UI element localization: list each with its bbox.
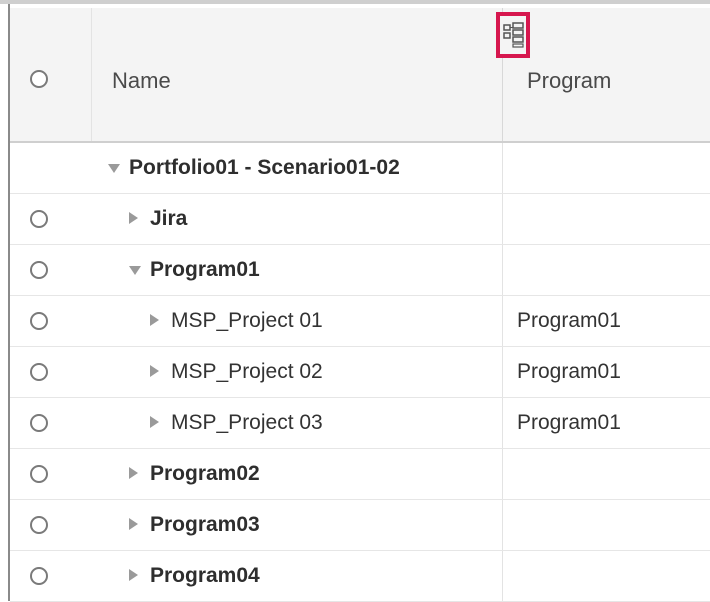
- row-program-cell: [503, 194, 710, 244]
- caret-down-icon[interactable]: [129, 266, 141, 275]
- row-program-label: Program01: [517, 360, 621, 383]
- row-name-label: MSP_Project 02: [171, 360, 323, 383]
- row-name-cell: MSP_Project 03: [92, 398, 503, 448]
- row-name-cell: MSP_Project 01: [92, 296, 503, 346]
- row-select-cell: [10, 551, 92, 601]
- caret-right-icon[interactable]: [129, 212, 138, 224]
- row-program-cell: [503, 245, 710, 295]
- row-name-cell: Program04: [92, 551, 503, 601]
- row-select-radio[interactable]: [30, 312, 48, 330]
- header-program-column[interactable]: Program: [503, 8, 710, 141]
- row-name-cell: Portfolio01 - Scenario01-02: [92, 143, 503, 193]
- row-select-cell: [10, 500, 92, 550]
- row-name-cell: MSP_Project 02: [92, 347, 503, 397]
- row-select-cell: [10, 143, 92, 193]
- table-row[interactable]: MSP_Project 01 Program01: [10, 296, 710, 347]
- grid-header: Name Program: [10, 8, 710, 143]
- row-name-cell: Program03: [92, 500, 503, 550]
- row-select-cell: [10, 245, 92, 295]
- table-row[interactable]: Jira: [10, 194, 710, 245]
- table-row[interactable]: Program03: [10, 500, 710, 551]
- row-program-label: Program01: [517, 309, 621, 332]
- header-name-label: Name: [112, 68, 171, 93]
- row-name-cell: Jira: [92, 194, 503, 244]
- row-select-radio[interactable]: [30, 567, 48, 585]
- row-select-cell: [10, 296, 92, 346]
- row-select-cell: [10, 449, 92, 499]
- row-name-label: MSP_Project 03: [171, 411, 323, 434]
- row-program-cell: [503, 143, 710, 193]
- row-name-label: Program02: [150, 462, 260, 485]
- caret-right-icon[interactable]: [150, 416, 159, 428]
- header-name-column[interactable]: Name: [92, 8, 503, 141]
- caret-right-icon[interactable]: [129, 569, 138, 581]
- header-program-label: Program: [527, 68, 612, 93]
- row-program-cell: [503, 551, 710, 601]
- row-name-label: Portfolio01 - Scenario01-02: [129, 156, 400, 179]
- caret-right-icon[interactable]: [129, 518, 138, 530]
- row-name-label: MSP_Project 01: [171, 309, 323, 332]
- tree-grid: Name Program Portfolio01 - Scenario01-02…: [0, 0, 710, 602]
- table-row[interactable]: MSP_Project 02 Program01: [10, 347, 710, 398]
- row-name-label: Program03: [150, 513, 260, 536]
- row-program-label: Program01: [517, 411, 621, 434]
- row-program-cell: [503, 500, 710, 550]
- row-program-cell: [503, 449, 710, 499]
- row-name-label: Jira: [150, 207, 188, 230]
- select-all-radio[interactable]: [30, 70, 48, 88]
- row-select-radio[interactable]: [30, 414, 48, 432]
- row-name-label: Program04: [150, 564, 260, 587]
- row-select-radio[interactable]: [30, 210, 48, 228]
- row-select-cell: [10, 347, 92, 397]
- row-select-radio[interactable]: [30, 465, 48, 483]
- table-row[interactable]: Program02: [10, 449, 710, 500]
- row-program-cell: Program01: [503, 296, 710, 346]
- caret-right-icon[interactable]: [129, 467, 138, 479]
- row-select-radio[interactable]: [30, 261, 48, 279]
- row-name-cell: Program01: [92, 245, 503, 295]
- row-select-radio[interactable]: [30, 516, 48, 534]
- row-select-radio[interactable]: [30, 363, 48, 381]
- row-select-cell: [10, 398, 92, 448]
- row-name-label: Program01: [150, 258, 260, 281]
- table-row[interactable]: Portfolio01 - Scenario01-02: [10, 143, 710, 194]
- column-chooser-button[interactable]: [496, 12, 530, 58]
- row-program-cell: Program01: [503, 347, 710, 397]
- caret-right-icon[interactable]: [150, 314, 159, 326]
- header-select-cell: [10, 8, 92, 141]
- table-row[interactable]: MSP_Project 03 Program01: [10, 398, 710, 449]
- row-program-cell: Program01: [503, 398, 710, 448]
- table-row[interactable]: Program01: [10, 245, 710, 296]
- row-select-cell: [10, 194, 92, 244]
- caret-down-icon[interactable]: [108, 164, 120, 173]
- row-name-cell: Program02: [92, 449, 503, 499]
- column-chooser-icon: [503, 22, 524, 48]
- caret-right-icon[interactable]: [150, 365, 159, 377]
- table-row[interactable]: Program04: [10, 551, 710, 602]
